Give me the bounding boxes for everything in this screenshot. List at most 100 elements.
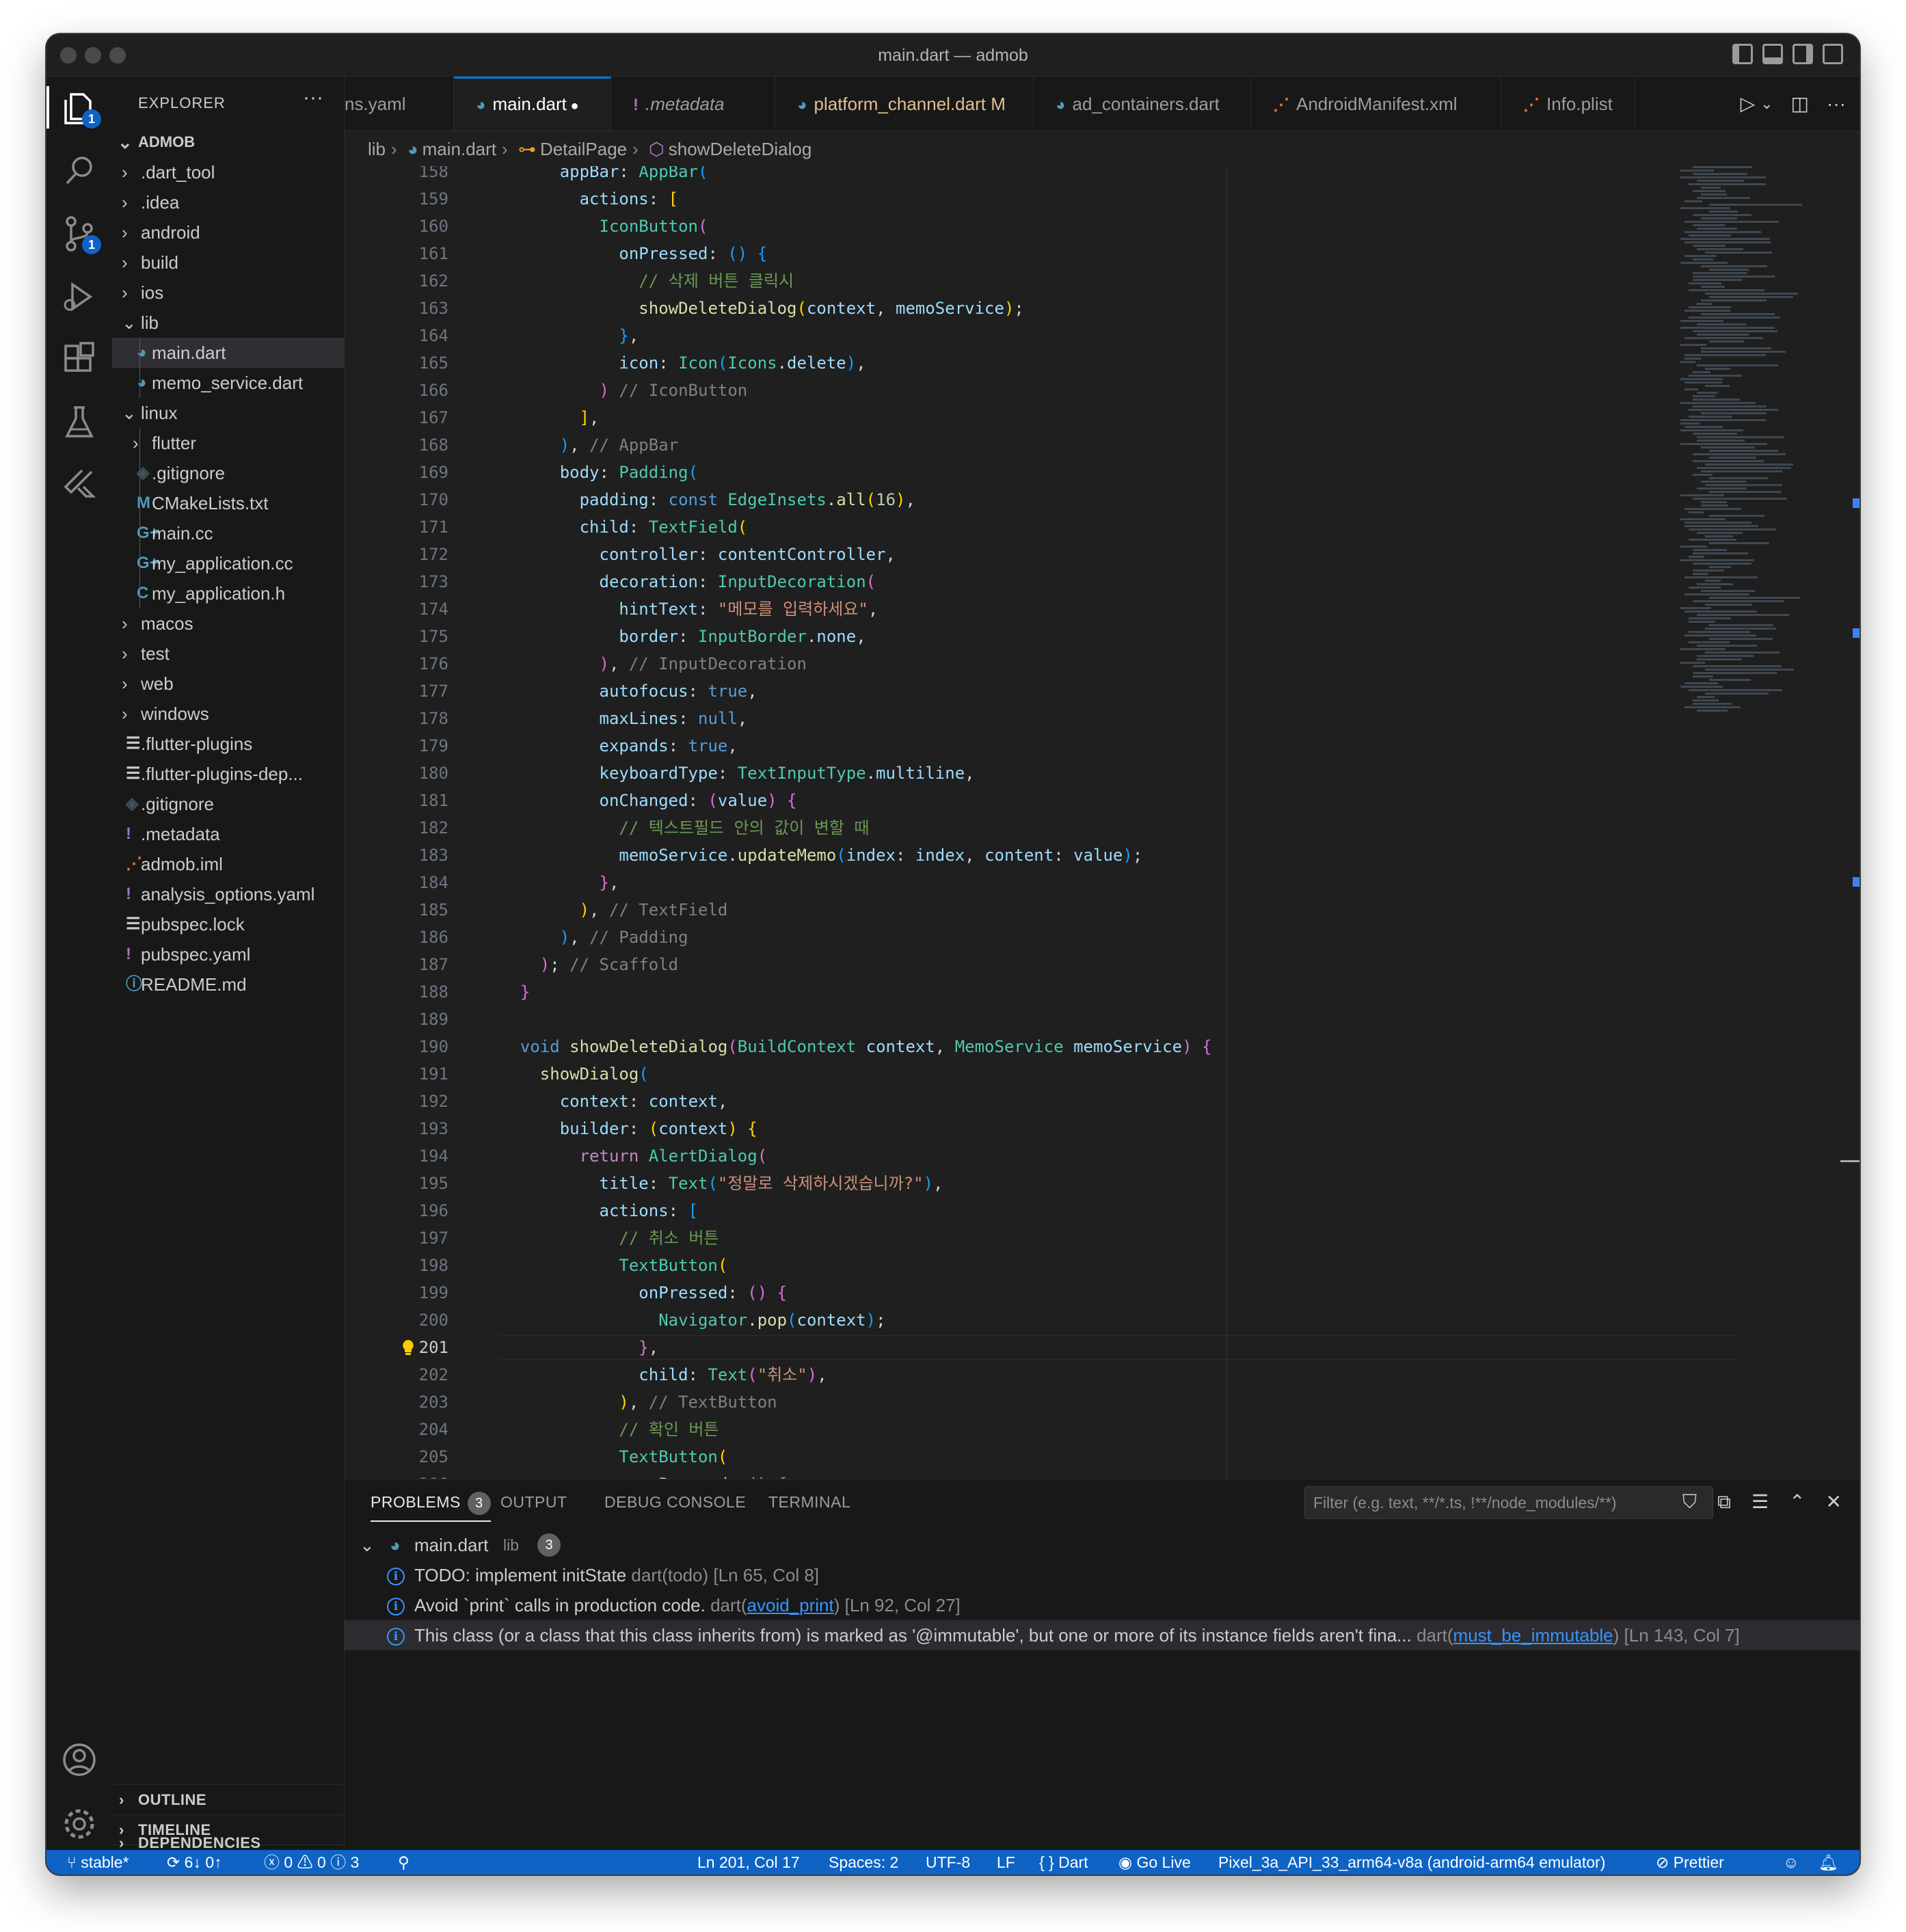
code-line[interactable]: controller: contentController,	[500, 542, 896, 567]
breadcrumb-class[interactable]: DetailPage	[540, 139, 627, 159]
explorer-icon[interactable]: 1	[59, 88, 101, 129]
tab-ad-containers-dart[interactable]: ◕ ad_containers.dart	[1034, 77, 1251, 131]
code-line[interactable]: ), // TextButton	[500, 1390, 777, 1414]
tree-folder[interactable]: › test	[112, 639, 345, 669]
tab-problems[interactable]: PROBLEMS 3	[371, 1479, 491, 1522]
settings-gear-icon[interactable]	[59, 1803, 100, 1844]
code-line[interactable]: TextButton(	[500, 1445, 727, 1469]
testing-icon[interactable]	[59, 402, 100, 443]
tab--metadata[interactable]: ! .metadata	[611, 77, 775, 131]
code-line[interactable]: ), // AppBar	[500, 433, 678, 457]
code-line[interactable]: Navigator.pop(context);	[500, 1308, 885, 1332]
outline-section[interactable]: › OUTLINE	[112, 1784, 345, 1814]
code-line[interactable]: child: TextField(	[500, 515, 748, 539]
code-line[interactable]: ), // InputDecoration	[500, 652, 807, 676]
code-line[interactable]: keyboardType: TextInputType.multiline,	[500, 761, 975, 786]
extensions-icon[interactable]	[59, 339, 100, 380]
code-line[interactable]: showDialog(	[500, 1062, 649, 1086]
toggle-panel-icon[interactable]	[1762, 44, 1783, 64]
run-debug-icon[interactable]	[59, 276, 100, 317]
tree-file[interactable]: ◈ .gitignore	[112, 458, 345, 488]
tab-main-dart[interactable]: ◕ main.dart ●	[454, 77, 611, 131]
code-line[interactable]: IconButton(	[500, 214, 708, 239]
code-line[interactable]: actions: [	[500, 187, 679, 211]
tree-file[interactable]: ⋰ admob.iml	[112, 849, 345, 879]
tree-folder[interactable]: › ios	[112, 278, 345, 308]
code-line[interactable]: void showDeleteDialog(BuildContext conte…	[500, 1034, 1212, 1059]
code-line[interactable]: onPressed: () {	[500, 1280, 787, 1305]
more-actions-icon[interactable]: ···	[1827, 77, 1846, 131]
minimap[interactable]	[1680, 166, 1842, 768]
tree-file[interactable]: ☰ .flutter-plugins-dep...	[112, 759, 345, 789]
code-line[interactable]: },	[500, 870, 619, 895]
code-line[interactable]: body: Padding(	[500, 460, 698, 485]
tab-debug-console[interactable]: DEBUG CONSOLE	[604, 1479, 746, 1525]
tree-folder[interactable]: ⌄ lib	[112, 308, 345, 338]
code-line[interactable]: maxLines: null,	[500, 706, 748, 731]
go-live-button[interactable]: ◉ Go Live	[1118, 1850, 1191, 1875]
maximize-panel-icon[interactable]: ⌃	[1789, 1479, 1805, 1525]
code-line[interactable]: padding: const EdgeInsets.all(16),	[500, 487, 915, 512]
tree-file[interactable]: ⓘ README.md	[112, 969, 345, 999]
tab-terminal[interactable]: TERMINAL	[768, 1479, 850, 1525]
code-line[interactable]: ); // Scaffold	[500, 952, 678, 977]
code-line[interactable]: onChanged: (value) {	[500, 788, 797, 813]
tree-file[interactable]: ! pubspec.yaml	[112, 939, 345, 969]
tree-folder[interactable]: › windows	[112, 699, 345, 729]
customize-layout-icon[interactable]	[1823, 44, 1843, 64]
code-line[interactable]: // 텍스트필드 안의 값이 변할 때	[500, 816, 869, 840]
flutter-icon[interactable]	[59, 465, 100, 506]
tab-output[interactable]: OUTPUT	[500, 1479, 567, 1525]
rule-link[interactable]: avoid_print	[747, 1595, 834, 1615]
tree-file[interactable]: G+ main.cc	[112, 518, 345, 548]
code-line[interactable]: }	[500, 980, 530, 1004]
code-line[interactable]: },	[500, 323, 639, 348]
toggle-primary-sidebar-icon[interactable]	[1732, 44, 1753, 64]
tree-folder[interactable]: ⌄ linux	[112, 398, 345, 428]
collapse-all-icon[interactable]: ⧉	[1717, 1479, 1731, 1525]
tree-file[interactable]: ◕ memo_service.dart	[112, 368, 345, 398]
close-panel-icon[interactable]: ✕	[1826, 1479, 1842, 1525]
unsaved-dot-icon[interactable]: ●	[567, 98, 578, 113]
source-control-icon[interactable]: 1	[59, 213, 101, 254]
problems-filter-input[interactable]: Filter (e.g. text, **/*.ts, !**/node_mod…	[1304, 1486, 1713, 1519]
code-line[interactable]: showDeleteDialog(context, memoService);	[500, 296, 1024, 321]
tree-file[interactable]: ☰ .flutter-plugins	[112, 729, 345, 759]
breadcrumb-file[interactable]: main.dart	[422, 139, 496, 159]
tree-folder[interactable]: › android	[112, 217, 345, 247]
workspace-root[interactable]: ⌄ ADMOB	[112, 127, 345, 157]
code-line[interactable]: ), // Padding	[500, 925, 688, 950]
eol-status[interactable]: LF	[997, 1850, 1015, 1875]
tree-folder[interactable]: › macos	[112, 608, 345, 639]
tab-ns-yaml[interactable]: ns.yaml	[345, 77, 454, 131]
tree-file[interactable]: M CMakeLists.txt	[112, 488, 345, 518]
rule-link[interactable]: must_be_immutable	[1453, 1625, 1613, 1646]
notifications-bell-icon[interactable]: 🔔︎	[1818, 1850, 1838, 1875]
tree-folder[interactable]: › .idea	[112, 187, 345, 217]
language-mode[interactable]: { } Dart	[1039, 1850, 1088, 1875]
code-line[interactable]: decoration: InputDecoration(	[500, 569, 876, 594]
problem-row[interactable]: i Avoid `print` calls in production code.…	[345, 1590, 1860, 1620]
code-line[interactable]: autofocus: true,	[500, 679, 757, 703]
run-options-chevron-icon[interactable]: ⌄	[1760, 77, 1773, 131]
tree-file[interactable]: ☰ pubspec.lock	[112, 909, 345, 939]
split-editor-icon[interactable]: ◫	[1791, 77, 1809, 131]
prettier-status[interactable]: ⊘ Prettier	[1656, 1850, 1724, 1875]
tree-file[interactable]: ◕ main.dart	[112, 338, 345, 368]
code-line[interactable]: ) // IconButton	[500, 378, 748, 403]
tree-folder[interactable]: › .dart_tool	[112, 157, 345, 187]
code-line[interactable]: child: Text("취소"),	[500, 1363, 827, 1387]
code-line[interactable]: memoService.updateMemo(index: index, con…	[500, 843, 1142, 868]
tab-platform-channel-dart[interactable]: ◕ platform_channel.dart M	[775, 77, 1034, 131]
filter-icon[interactable]: ⛉	[1682, 1479, 1697, 1525]
tab-info-plist[interactable]: ⋰ Info.plist	[1501, 77, 1635, 131]
encoding-status[interactable]: UTF-8	[926, 1850, 970, 1875]
problem-row[interactable]: i This class (or a class that this class …	[345, 1620, 1860, 1650]
code-line[interactable]: ), // TextField	[500, 898, 728, 922]
run-icon[interactable]: ▷	[1741, 77, 1756, 131]
broadcast-icon[interactable]: ⚲	[398, 1850, 410, 1875]
tree-file[interactable]: ◈ .gitignore	[112, 789, 345, 819]
dependencies-section[interactable]: › DEPENDENCIES	[112, 1834, 345, 1851]
code-line[interactable]: },	[500, 1335, 658, 1360]
code-line[interactable]: appBar: AppBar(	[500, 166, 708, 184]
